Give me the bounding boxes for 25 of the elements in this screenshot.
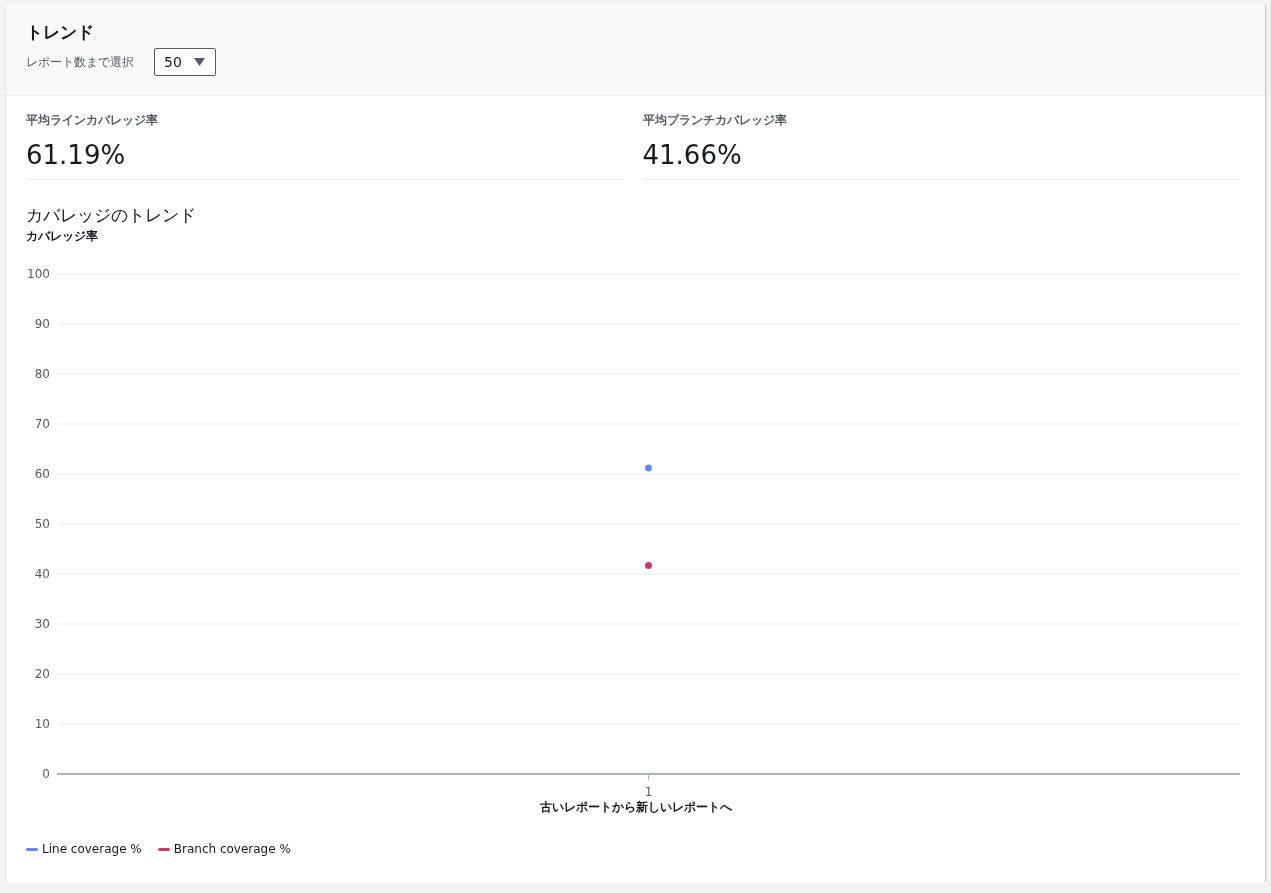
- caret-down-icon: [193, 58, 205, 66]
- axis-title: 古いレポートから新しいレポートへ: [540, 799, 732, 816]
- metric-label: 平均ブランチカバレッジ率: [642, 112, 788, 129]
- axis-title: カバレッジ率: [26, 228, 99, 245]
- chart-title: カバレッジのトレンド: [26, 204, 197, 226]
- metric-value: 41.66%: [642, 139, 743, 172]
- y-tick-label: 70: [34, 417, 50, 431]
- legend-label: Line coverage %: [42, 842, 142, 856]
- y-tick-label: 0: [42, 767, 50, 781]
- y-tick-label: 90: [34, 317, 50, 331]
- x-tick-label: 1: [644, 785, 653, 796]
- select-label: レポート数まで選択: [26, 53, 134, 71]
- y-tick-label: 10: [34, 717, 50, 731]
- report-count-select[interactable]: 50: [154, 48, 216, 76]
- metric-label: 平均ラインカバレッジ率: [26, 112, 159, 129]
- y-tick-label: 100: [27, 267, 50, 281]
- y-tick-label: 20: [34, 667, 50, 681]
- y-tick-label: 30: [34, 617, 50, 631]
- y-tick-label: 40: [34, 567, 50, 581]
- section-title: トレンド: [26, 21, 95, 43]
- y-tick-label: 60: [34, 467, 50, 481]
- metric-value: 61.19%: [26, 139, 127, 172]
- y-tick-label: 50: [34, 517, 50, 531]
- legend-label: Branch coverage %: [173, 842, 291, 856]
- y-tick-label: 80: [34, 367, 50, 381]
